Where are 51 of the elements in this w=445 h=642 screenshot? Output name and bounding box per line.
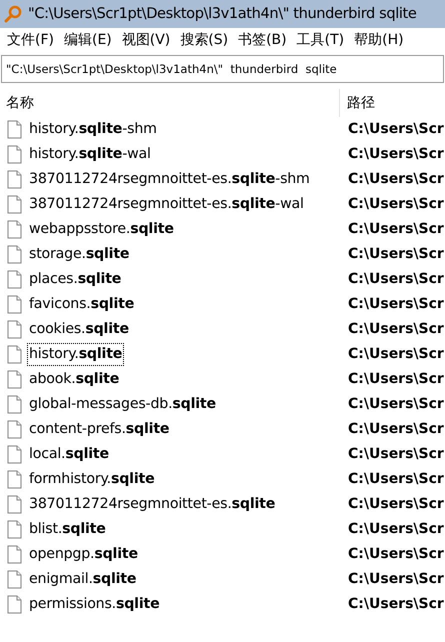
- column-header[interactable]: 路径: [340, 92, 375, 114]
- file-path: C:\Users\Scr: [348, 120, 444, 139]
- file-name[interactable]: history.sqlite-wal: [27, 142, 153, 166]
- file-path: C:\Users\Scr: [348, 595, 444, 614]
- file-name[interactable]: abook.sqlite: [27, 368, 122, 392]
- file-name[interactable]: content-prefs.sqlite: [27, 418, 172, 442]
- file-path: C:\Users\Scr: [348, 420, 444, 439]
- file-name[interactable]: local.sqlite: [27, 442, 111, 466]
- file-name[interactable]: history.sqlite: [27, 342, 124, 366]
- menu-item[interactable]: 书签(B): [233, 30, 292, 50]
- file-path: C:\Users\Scr: [348, 495, 444, 514]
- file-path: C:\Users\Scr: [348, 395, 444, 414]
- file-path: C:\Users\Scr: [348, 220, 444, 239]
- file-name[interactable]: 3870112724rsegmnoittet-es.sqlite-wal: [27, 192, 306, 216]
- file-path: C:\Users\Scr: [348, 345, 444, 364]
- file-name[interactable]: global-messages-db.sqlite: [27, 392, 218, 416]
- file-path: C:\Users\Scr: [348, 445, 444, 464]
- menu-item[interactable]: 视图(V): [116, 30, 176, 50]
- file-name[interactable]: webappsstore.sqlite: [27, 218, 176, 242]
- menu-item[interactable]: 工具(T): [292, 30, 350, 50]
- column-header[interactable]: 名称: [0, 89, 340, 117]
- file-path: C:\Users\Scr: [348, 270, 444, 289]
- file-name[interactable]: blist.sqlite: [27, 518, 108, 542]
- file-name[interactable]: history.sqlite-shm: [27, 118, 159, 142]
- file-name[interactable]: formhistory.sqlite: [27, 468, 156, 492]
- file-name[interactable]: cookies.sqlite: [27, 318, 131, 342]
- file-path: C:\Users\Scr: [348, 295, 444, 314]
- menu-item[interactable]: 帮助(H): [349, 30, 409, 50]
- file-path: C:\Users\Scr: [348, 370, 444, 389]
- menu-item[interactable]: 搜索(S): [175, 30, 234, 50]
- search-field[interactable]: "C:\Users\Scr1pt\Desktop\l3v1ath4n\" thunderbird sqlite: [1, 55, 444, 83]
- file-name[interactable]: storage.sqlite: [27, 242, 132, 266]
- menu-item[interactable]: 文件(F): [2, 30, 59, 50]
- file-path: C:\Users\Scr: [348, 545, 444, 564]
- file-name[interactable]: permissions.sqlite: [27, 592, 162, 616]
- file-name[interactable]: enigmail.sqlite: [27, 568, 138, 592]
- file-path: C:\Users\Scr: [348, 145, 444, 164]
- file-name[interactable]: places.sqlite: [27, 268, 124, 292]
- file-name[interactable]: 3870112724rsegmnoittet-es.sqlite: [27, 492, 278, 516]
- file-path: C:\Users\Scr: [348, 470, 444, 489]
- file-path: C:\Users\Scr: [348, 320, 444, 339]
- file-name[interactable]: favicons.sqlite: [27, 292, 136, 316]
- file-path: C:\Users\Scr: [348, 570, 444, 589]
- file-path: C:\Users\Scr: [348, 245, 444, 264]
- file-name[interactable]: openpgp.sqlite: [27, 542, 140, 566]
- file-path: C:\Users\Scr: [348, 195, 444, 214]
- window-title: "C:\Users\Scr1pt\Desktop\l3v1ath4n\" thunderbird sqlite: [28, 4, 416, 24]
- menu-item[interactable]: 编辑(E): [58, 30, 117, 50]
- file-name[interactable]: 3870112724rsegmnoittet-es.sqlite-shm: [27, 168, 312, 192]
- file-path: C:\Users\Scr: [348, 520, 444, 539]
- file-path: C:\Users\Scr: [348, 170, 444, 189]
